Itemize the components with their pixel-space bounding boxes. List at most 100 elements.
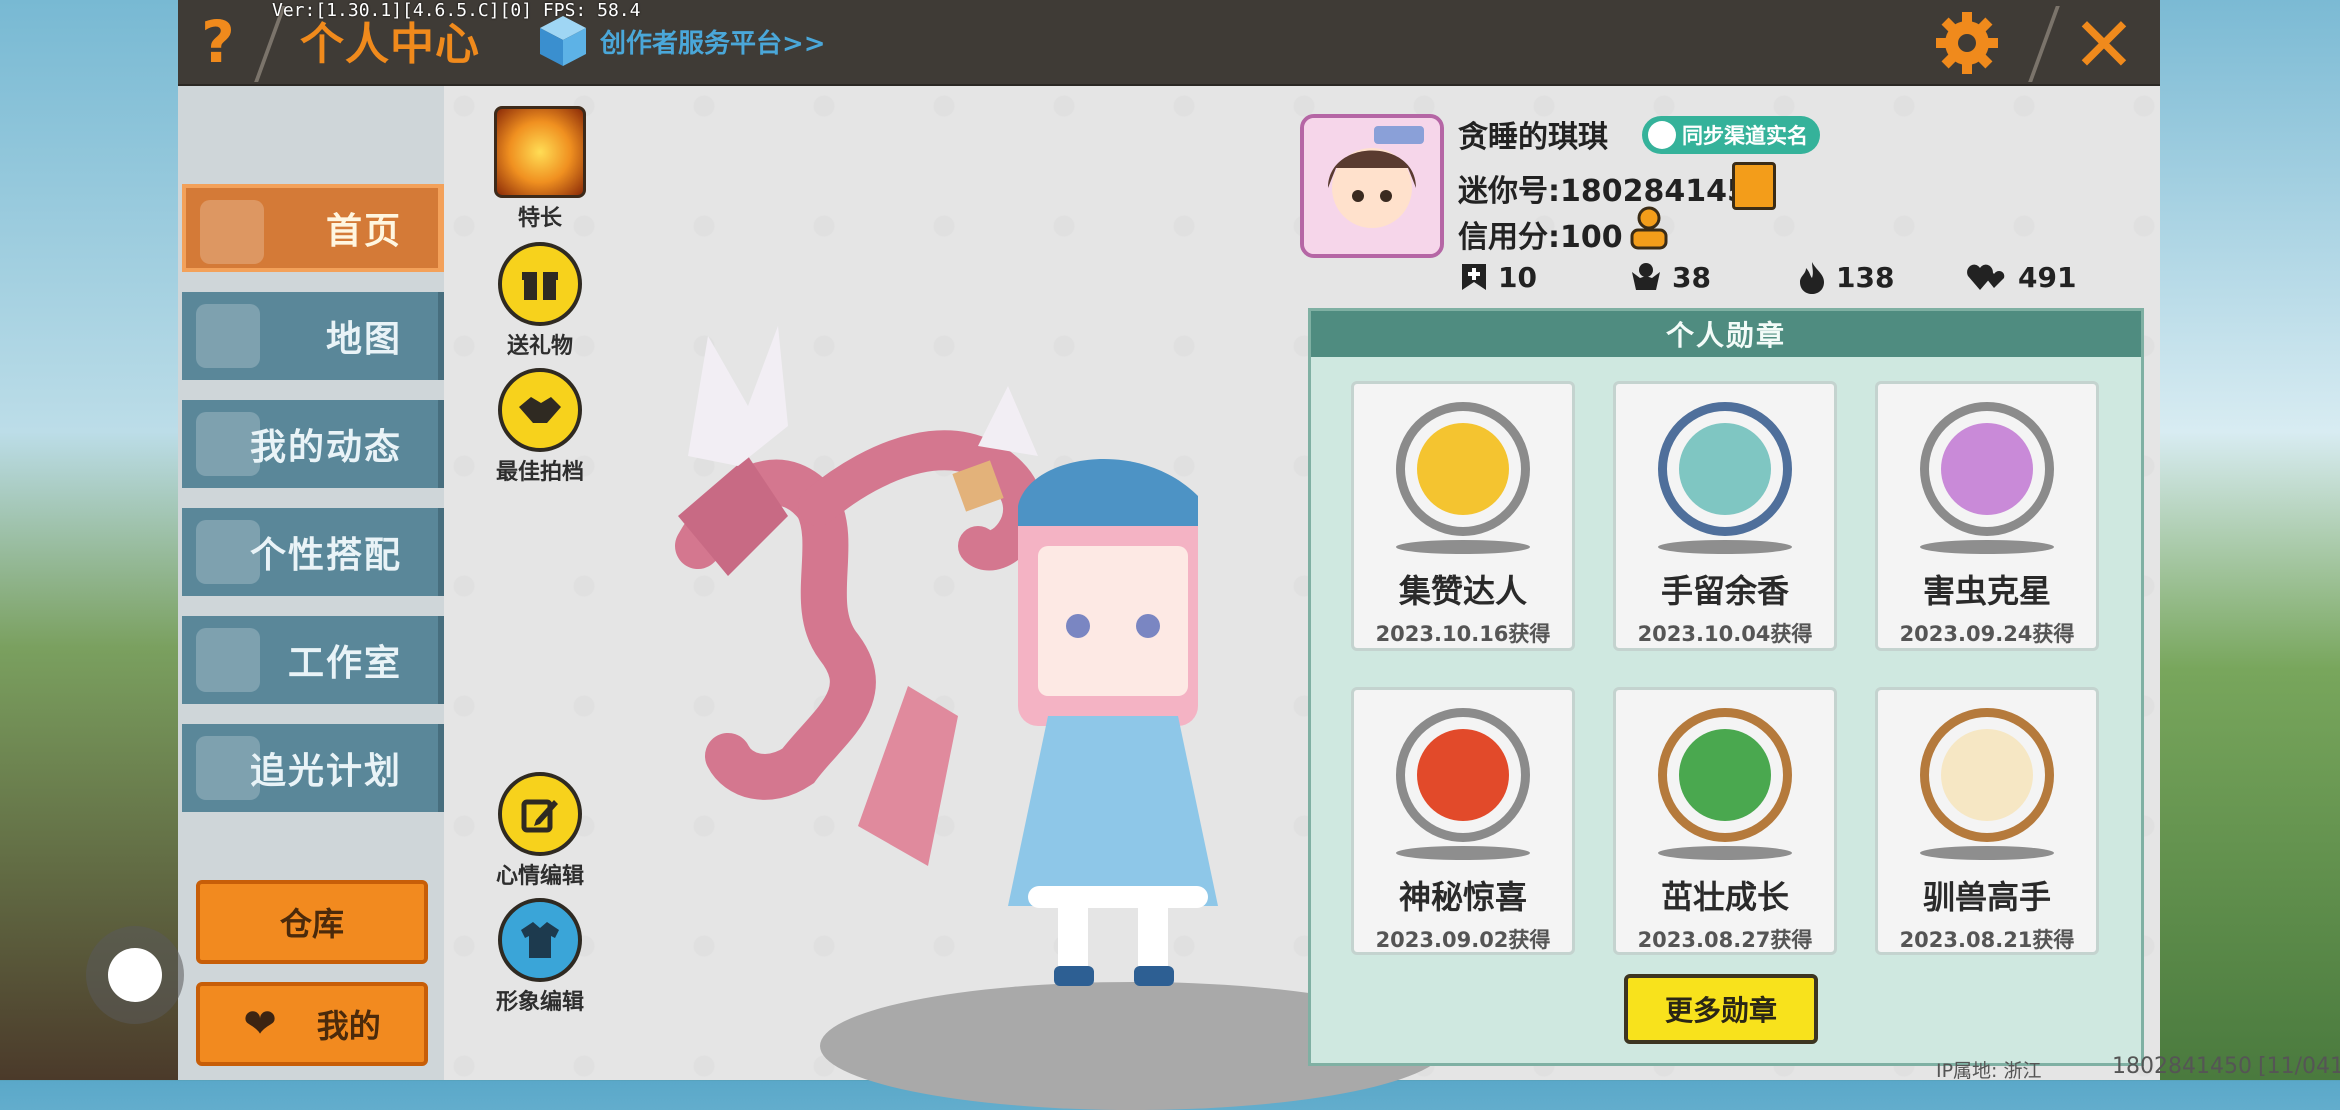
medal-card[interactable]: 驯兽高手 2023.08.21获得 [1875,687,2099,955]
medal-name: 驯兽高手 [1922,878,2051,916]
help-button[interactable]: ? [178,0,258,84]
picture-icon [196,304,260,368]
medal-name: 集赞达人 [1398,572,1527,610]
look-edit-label: 形象编辑 [495,990,584,1015]
look-edit-button[interactable]: 形象编辑 [490,898,590,1016]
sidebar-item-outfit[interactable]: 个性搭配 [182,508,444,596]
stat-likes[interactable]: 491 [1966,260,2076,294]
medal-stand [1658,846,1792,860]
credit-user-icon[interactable] [1628,206,1670,250]
flame-icon [1800,262,1824,294]
stat-posts-value: 10 [1498,260,1537,294]
best-partner-button[interactable]: 最佳拍档 [490,368,590,486]
cube-icon [540,16,586,66]
medal-name: 神秘惊喜 [1398,878,1527,916]
sidebar-item-studio[interactable]: 工作室 [182,616,444,704]
shirt-icon [200,200,264,264]
medal-card[interactable]: 害虫克星 2023.09.24获得 [1875,381,2099,651]
medal-card[interactable]: 神秘惊喜 2023.09.02获得 [1351,687,1575,955]
sidebar-item-label: 我的动态 [249,427,402,468]
divider [2028,6,2060,82]
mood-edit-label: 心情编辑 [495,864,584,889]
realname-badge-label: 同步渠道实名 [1682,124,1808,148]
gear-icon[interactable] [1934,10,2000,76]
medal-date: 2023.09.24获得 [1899,622,2075,646]
best-partner-label: 最佳拍档 [495,460,584,485]
realname-verify-badge[interactable]: 同步渠道实名 [1642,116,1820,154]
outfit-icon [498,898,582,982]
bookmark-plus-icon [1462,264,1486,290]
send-gift-label: 送礼物 [506,334,573,359]
medal-name: 手留余香 [1660,572,1789,610]
followers-icon [1632,263,1660,290]
talent-button[interactable]: 特长 [490,106,590,232]
user-check-icon [1648,121,1676,149]
talent-label: 特长 [517,206,562,231]
monkey-rider-medal-icon [1920,708,2054,842]
girl-avatar-figure [858,458,1218,986]
stat-followers[interactable]: 38 [1630,260,1798,294]
copy-icon[interactable] [1732,162,1776,210]
medal-stand [1658,540,1792,554]
joystick-knob[interactable] [108,948,162,1002]
medal-date: 2023.08.21获得 [1899,928,2075,952]
stat-followers-value: 38 [1672,260,1711,294]
credit-score: 信用分:100 [1458,220,1623,255]
medal-panel: 个人勋章 集赞达人 2023.10.16获得 手留余香 2023.10.04获得… [1308,308,2144,1066]
mood-edit-button[interactable]: 心情编辑 [490,772,590,890]
edit-icon [498,772,582,856]
floating-joystick[interactable] [86,926,184,1024]
medal-date: 2023.09.02获得 [1375,928,1551,952]
gift-box-medal-icon [1396,708,1530,842]
stat-posts[interactable]: 10 [1460,260,1630,294]
stat-popularity-value: 138 [1836,260,1895,294]
profile-stats: 10 38 138 491 [1460,260,2076,294]
sidebar-item-home[interactable]: 首页 [182,184,444,272]
medal-name: 茁壮成长 [1660,878,1789,916]
nickname: 贪睡的琪琪 [1458,120,1608,155]
sidebar-item-label: 个性搭配 [249,535,402,576]
sidebar-item-label: 工作室 [287,643,402,684]
more-medals-button[interactable]: 更多勋章 [1624,974,1818,1044]
medal-date: 2023.10.16获得 [1375,622,1551,646]
medal-date: 2023.08.27获得 [1637,928,1813,952]
medal-stand [1396,540,1530,554]
footer-uid: 1802841450 [2112,1054,2252,1079]
debug-overlay: Ver:[1.30.1][4.6.5.C][0] FPS: 58.4 [272,0,641,21]
medal-card[interactable]: 茁壮成长 2023.08.27获得 [1613,687,1837,955]
medal-date: 2023.10.04获得 [1637,622,1813,646]
background-scene-left [0,0,180,1080]
handshake-icon [498,368,582,452]
mini-id: 迷你号:1802841450 [1458,174,1769,209]
dragon-pet-figure [675,326,1043,800]
mine-button[interactable]: ❤ 我的 [196,982,428,1066]
sidebar-item-activity[interactable]: 我的动态 [182,400,444,488]
hearts-icon [1967,264,2005,290]
warehouse-button[interactable]: 仓库 [196,880,428,964]
background-scene-right [2140,0,2340,1080]
medal-stand [1396,846,1530,860]
footer-frame-counter: [11/0410 [2258,1054,2340,1079]
creator-platform-link[interactable]: 创作者服务平台>> [538,14,826,68]
sidebar-item-label: 追光计划 [249,751,402,792]
avatar-portrait-icon [1304,118,1440,254]
medal-panel-title: 个人勋章 [1311,311,2141,357]
bug-medal-icon [1920,402,2054,536]
medal-name: 害虫克星 [1922,572,2051,610]
sidebar-item-light-plan[interactable]: 追光计划 [182,724,444,812]
medal-stand [1920,540,2054,554]
creator-platform-label: 创作者服务平台>> [600,28,826,59]
stat-popularity[interactable]: 138 [1798,260,1966,294]
tree-icon [196,628,260,692]
mine-button-label: 我的 [316,1007,381,1045]
frog-king-medal-icon [1658,708,1792,842]
send-gift-button[interactable]: 送礼物 [490,242,590,360]
medal-card[interactable]: 集赞达人 2023.10.16获得 [1351,381,1575,651]
medal-card[interactable]: 手留余香 2023.10.04获得 [1613,381,1837,651]
sidebar: 首页 地图 我的动态 个性搭配 工作室 追光计划 仓库 ❤ 我的 [178,86,444,1080]
close-button[interactable]: ✕ [2064,0,2144,89]
avatar[interactable] [1300,114,1444,258]
sidebar-item-map[interactable]: 地图 [182,292,444,380]
flame-character-icon [494,106,586,198]
sidebar-item-label: 地图 [325,319,402,360]
